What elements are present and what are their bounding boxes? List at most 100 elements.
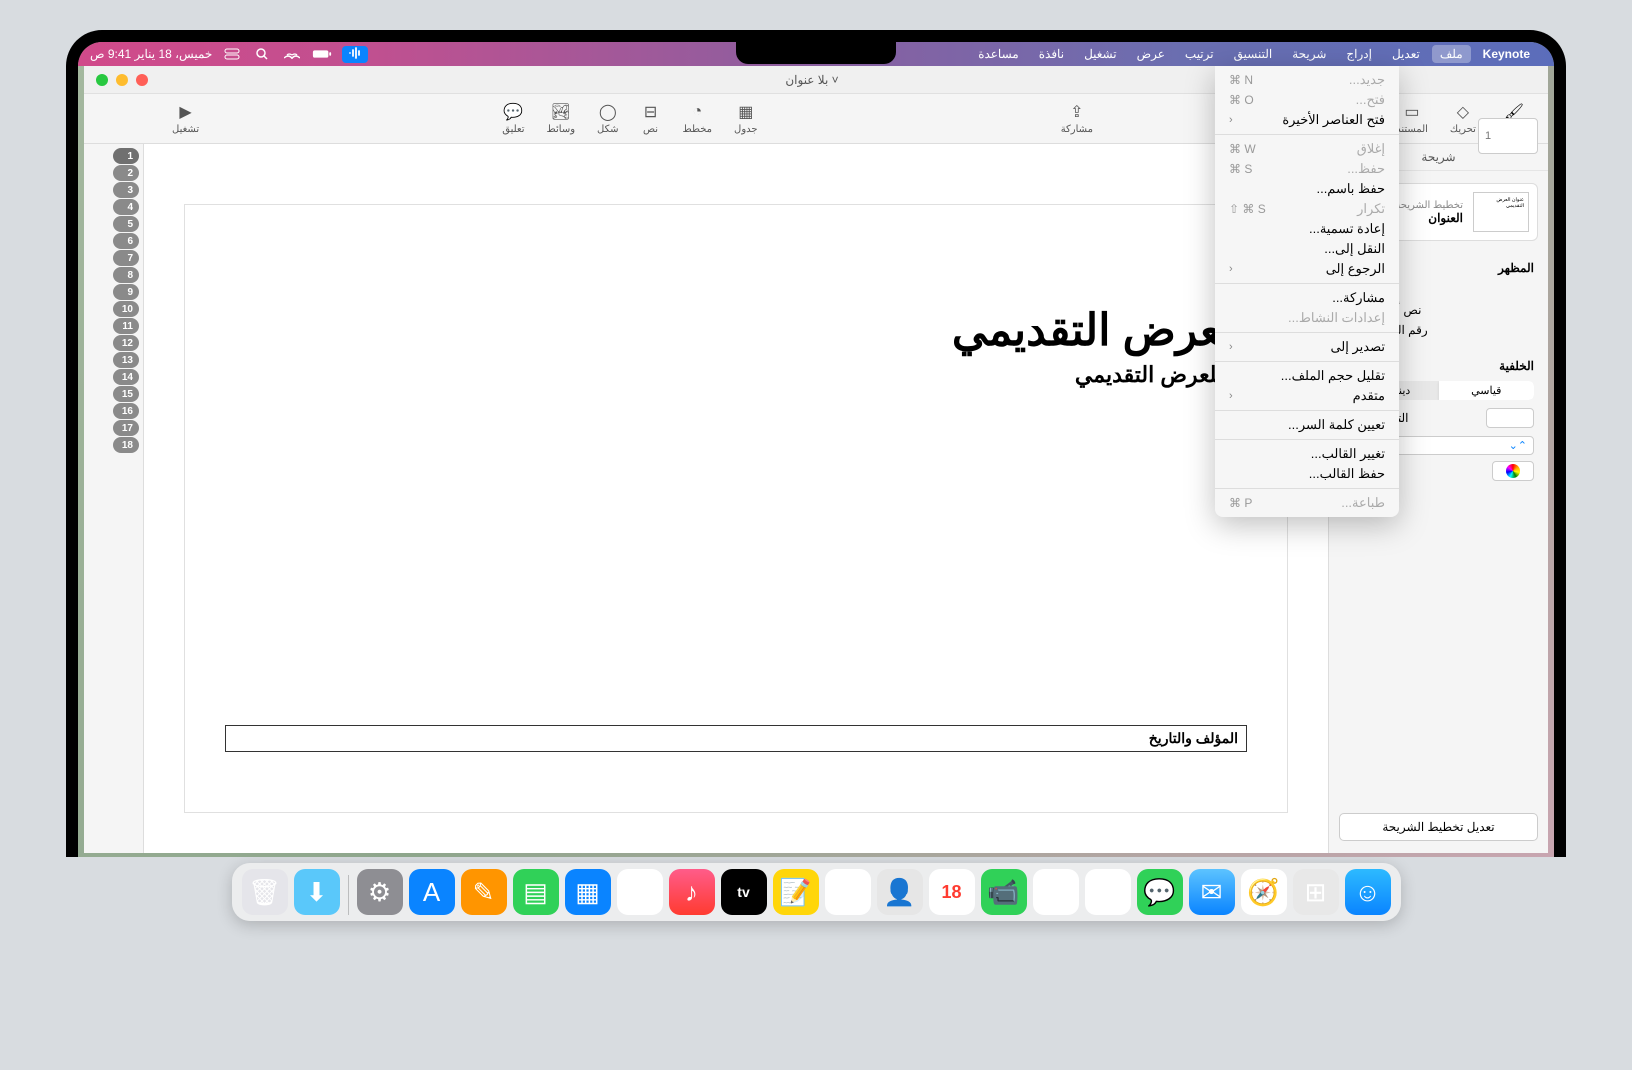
- document-tab[interactable]: ▭ المستند: [1396, 102, 1428, 135]
- laptop-frame: Keynote ملف تعديل إدراج شريحة التنسيق تر…: [66, 30, 1566, 857]
- slide-thumb-9[interactable]: 9: [113, 284, 139, 300]
- menu-item[interactable]: مشاركة...: [1215, 288, 1399, 308]
- current-fill-well[interactable]: [1486, 408, 1534, 428]
- slide-thumb-18[interactable]: 18: [113, 437, 139, 453]
- menu-item[interactable]: تغيير القالب...: [1215, 444, 1399, 464]
- dock-facetime-icon[interactable]: 📹: [981, 869, 1027, 915]
- menu-item[interactable]: متقدم‹: [1215, 386, 1399, 406]
- slide-list[interactable]: 123456789101112131415161718: [84, 144, 144, 853]
- share-button[interactable]: ⇪ مشاركة: [1061, 102, 1093, 135]
- menu-format[interactable]: التنسيق: [1226, 45, 1281, 63]
- dock-trash-icon[interactable]: 🗑: [242, 869, 288, 915]
- slide-thumb-2[interactable]: 2: [113, 165, 139, 181]
- slide-thumb-15[interactable]: 15: [113, 386, 139, 402]
- dock-downloads-icon[interactable]: ⬇: [294, 869, 340, 915]
- menu-item[interactable]: فتح العناصر الأخيرة‹: [1215, 110, 1399, 130]
- slide-subtitle[interactable]: ي للعرض التقديمي: [225, 362, 1247, 388]
- color-wheel-icon: [1506, 464, 1520, 478]
- dock-finder-icon[interactable]: ☺: [1345, 869, 1391, 915]
- shape-button[interactable]: ◯ شكل: [597, 102, 618, 135]
- menu-arrange[interactable]: ترتيب: [1177, 45, 1222, 63]
- text-button[interactable]: ⊟ نص: [641, 102, 661, 135]
- menu-edit[interactable]: تعديل: [1384, 45, 1428, 63]
- color-picker[interactable]: [1492, 461, 1534, 481]
- dock-contacts-icon[interactable]: 👤: [877, 869, 923, 915]
- layout-thumb: عنوان العرض التقديمي: [1473, 192, 1529, 232]
- slide-thumb-14[interactable]: 14: [113, 369, 139, 385]
- dock-pages-icon[interactable]: ✎: [461, 869, 507, 915]
- menu-item[interactable]: النقل إلى...: [1215, 239, 1399, 259]
- menu-window[interactable]: نافذة: [1031, 45, 1072, 63]
- wifi-icon[interactable]: [282, 46, 302, 62]
- battery-icon[interactable]: [312, 46, 332, 62]
- canvas-area[interactable]: العرض التقديمي ي للعرض التقديمي المؤلف و…: [144, 144, 1328, 853]
- animate-tab[interactable]: ◇ تحريك: [1450, 102, 1476, 135]
- slide-title[interactable]: العرض التقديمي: [225, 305, 1247, 356]
- dock-freeform-icon[interactable]: 〰: [617, 869, 663, 915]
- slide-thumb-3[interactable]: 3: [113, 182, 139, 198]
- dock-notes-icon[interactable]: 📝: [773, 869, 819, 915]
- dock-tv-icon[interactable]: tv: [721, 869, 767, 915]
- menu-app[interactable]: Keynote: [1475, 45, 1538, 63]
- menu-slide[interactable]: شريحة: [1284, 45, 1334, 63]
- slide-thumb-12[interactable]: 12: [113, 335, 139, 351]
- table-button[interactable]: ▦ جدول: [734, 102, 758, 135]
- comment-button[interactable]: 💬 تعليق: [502, 102, 524, 135]
- menu-item[interactable]: تصدير إلى‹: [1215, 337, 1399, 357]
- file-menu-dropdown[interactable]: جديد...⌘ Nفتح...⌘ Oفتح العناصر الأخيرة‹إ…: [1215, 66, 1399, 517]
- edit-layout-button[interactable]: تعديل تخطيط الشريحة: [1339, 813, 1538, 841]
- dock-photos-icon[interactable]: ❀: [1033, 869, 1079, 915]
- slide-thumb-1[interactable]: 1: [113, 148, 139, 164]
- menubar-time[interactable]: خميس، 18 يناير 9:41 ص: [90, 47, 212, 61]
- slide-thumb-17[interactable]: 17: [113, 420, 139, 436]
- menu-item[interactable]: حفظ القالب...: [1215, 464, 1399, 484]
- menu-item[interactable]: تعيين كلمة السر...: [1215, 415, 1399, 435]
- document-icon: ▭: [1402, 102, 1422, 122]
- slide-thumb-7[interactable]: 7: [113, 250, 139, 266]
- menu-help[interactable]: مساعدة: [970, 45, 1027, 63]
- dock-appstore-icon[interactable]: A: [409, 869, 455, 915]
- dock-maps-icon[interactable]: 🗺: [1085, 869, 1131, 915]
- menu-item[interactable]: تقليل حجم الملف...: [1215, 366, 1399, 386]
- dock-mail-icon[interactable]: ✉: [1189, 869, 1235, 915]
- notch: [736, 42, 896, 64]
- menu-item[interactable]: إعادة تسمية...: [1215, 219, 1399, 239]
- zoom-button[interactable]: [96, 74, 108, 86]
- dock-reminders-icon[interactable]: ☑: [825, 869, 871, 915]
- slide-thumb-11[interactable]: 11: [113, 318, 139, 334]
- menu-item[interactable]: الرجوع إلى‹: [1215, 259, 1399, 279]
- menu-file[interactable]: ملف: [1432, 45, 1471, 63]
- author-placeholder[interactable]: المؤلف والتاريخ: [225, 725, 1247, 752]
- spotlight-icon[interactable]: [252, 46, 272, 62]
- menu-play[interactable]: تشغيل: [1076, 45, 1125, 63]
- control-center-icon[interactable]: [222, 46, 242, 62]
- slide-thumb-8[interactable]: 8: [113, 267, 139, 283]
- slide-thumb-16[interactable]: 16: [113, 403, 139, 419]
- dock-numbers-icon[interactable]: ▤: [513, 869, 559, 915]
- slide-thumb-10[interactable]: 10: [113, 301, 139, 317]
- voice-control-icon[interactable]: [342, 46, 368, 63]
- window-title[interactable]: ˅ بلا عنوان: [785, 73, 838, 87]
- menu-item[interactable]: حفظ باسم...: [1215, 179, 1399, 199]
- slide-thumb-5[interactable]: 5: [113, 216, 139, 232]
- slide-thumb-4[interactable]: 4: [113, 199, 139, 215]
- slide-thumb-13[interactable]: 13: [113, 352, 139, 368]
- menu-item: إغلاق⌘ W: [1215, 139, 1399, 159]
- seg-standard[interactable]: قياسي: [1439, 381, 1535, 400]
- dock-safari-icon[interactable]: 🧭: [1241, 869, 1287, 915]
- dock-calendar-icon[interactable]: 18: [929, 869, 975, 915]
- slide-thumb-6[interactable]: 6: [113, 233, 139, 249]
- slide-canvas[interactable]: العرض التقديمي ي للعرض التقديمي المؤلف و…: [184, 204, 1288, 813]
- dock-launchpad-icon[interactable]: ⊞: [1293, 869, 1339, 915]
- minimize-button[interactable]: [116, 74, 128, 86]
- dock-messages-icon[interactable]: 💬: [1137, 869, 1183, 915]
- chart-button[interactable]: ◔ مخطط: [683, 102, 713, 135]
- media-button[interactable]: 🏞 وسائط: [547, 102, 576, 135]
- dock-music-icon[interactable]: ♪: [669, 869, 715, 915]
- dock-settings-icon[interactable]: ⚙: [357, 869, 403, 915]
- menu-view[interactable]: عرض: [1129, 45, 1173, 63]
- dock-keynote-icon[interactable]: ▦: [565, 869, 611, 915]
- menu-insert[interactable]: إدراج: [1338, 45, 1380, 63]
- close-button[interactable]: [136, 74, 148, 86]
- play-button[interactable]: ▶ تشغيل: [172, 102, 199, 135]
